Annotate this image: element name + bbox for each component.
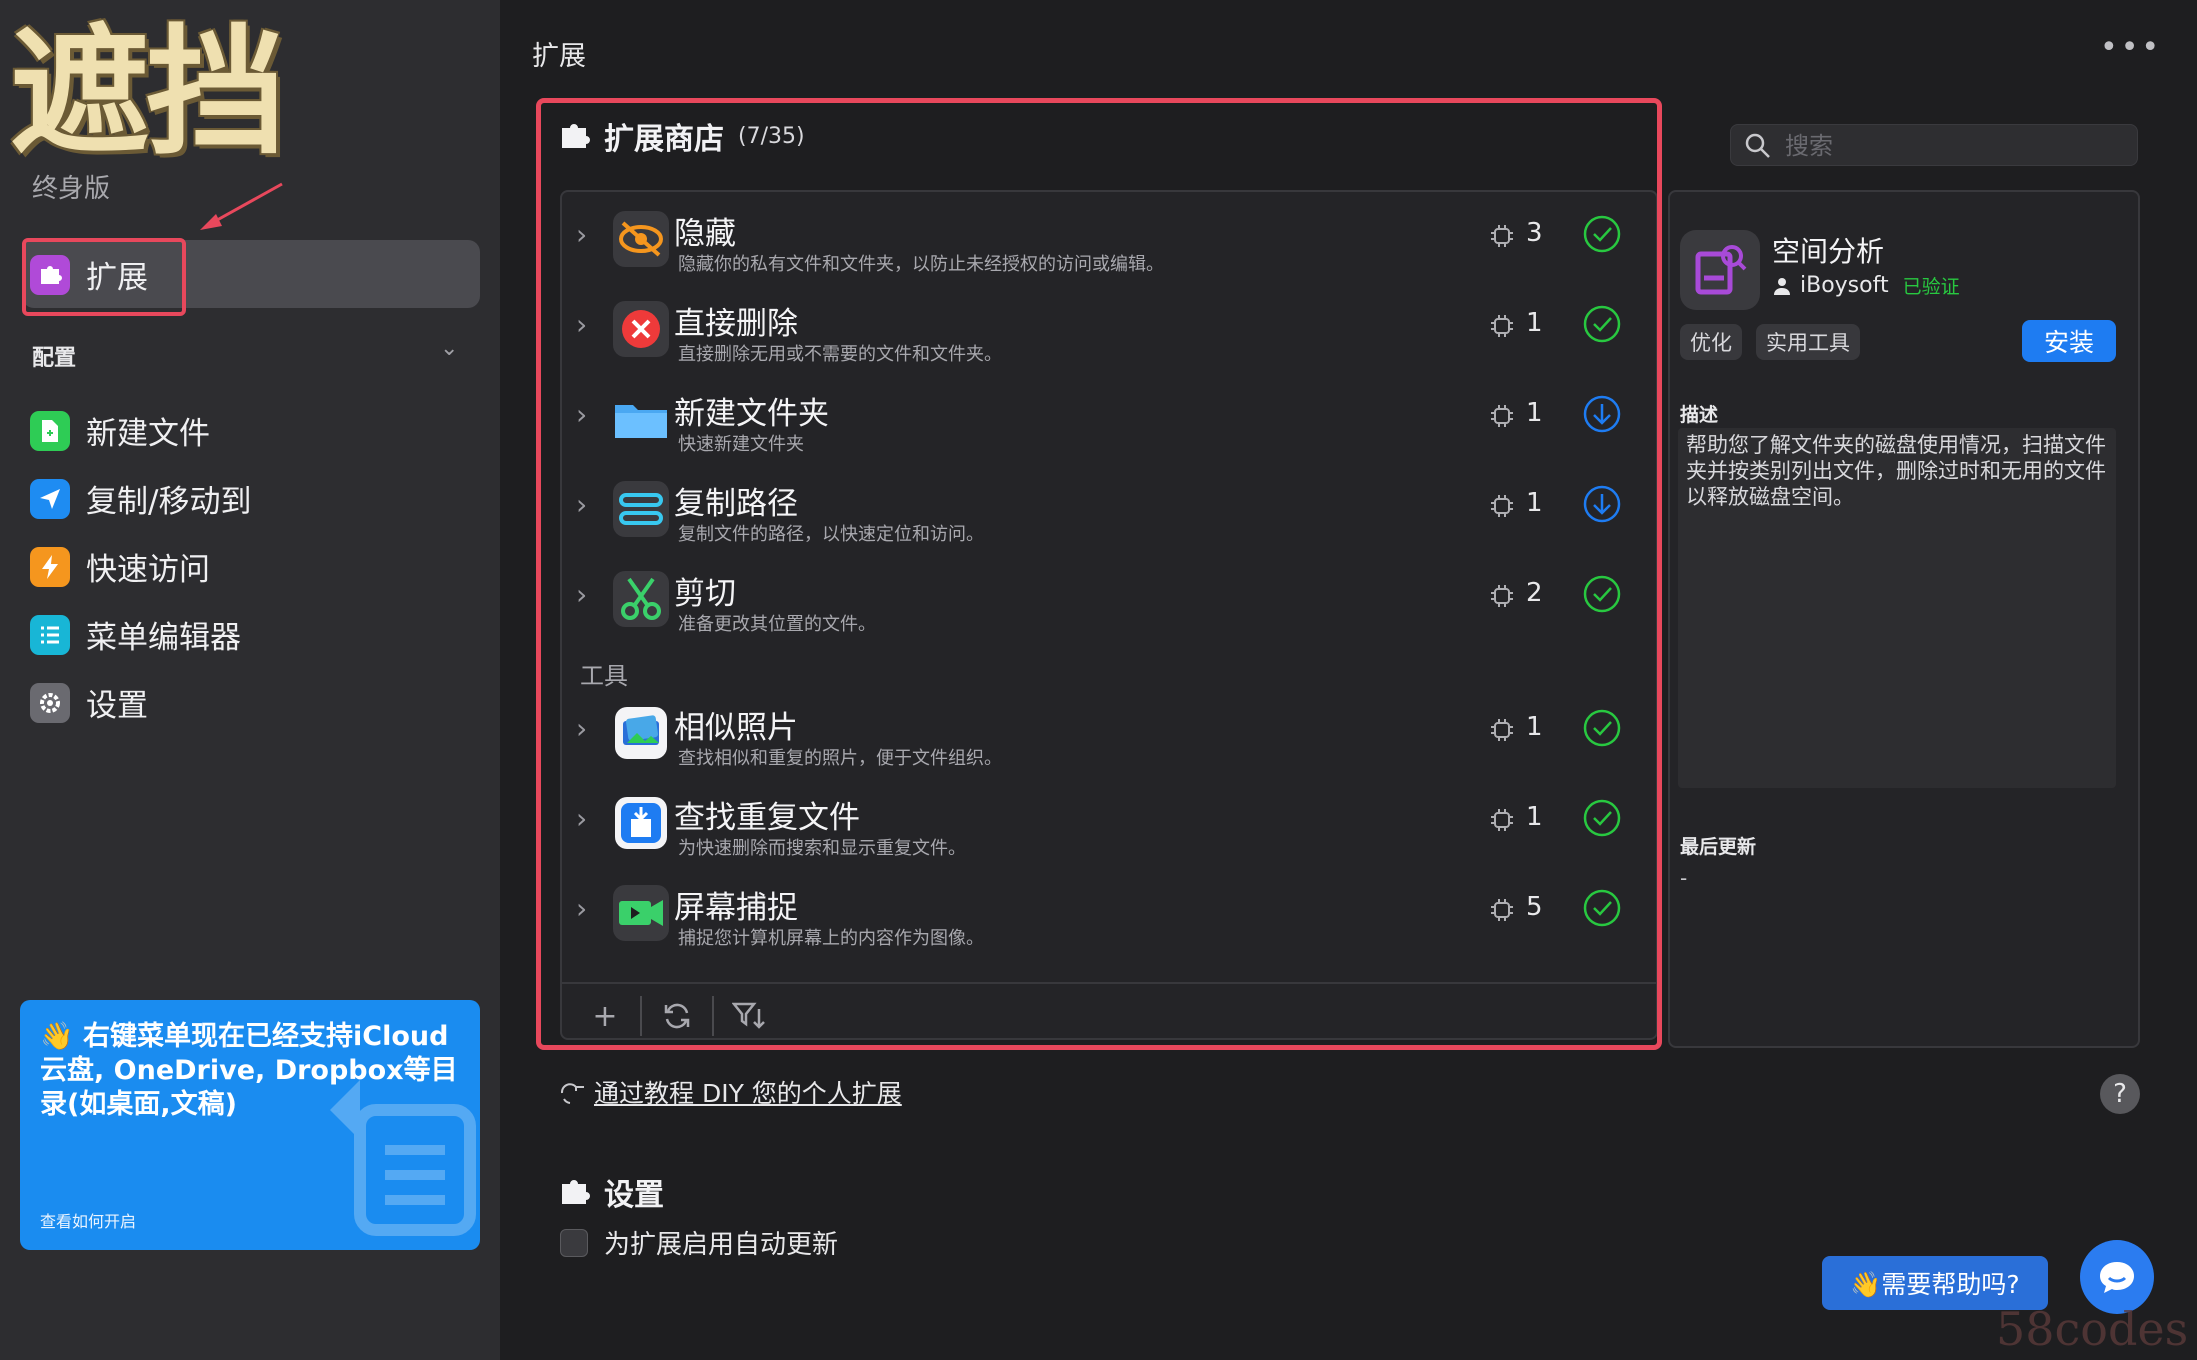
last-updated-label: 最后更新: [1680, 836, 1757, 858]
promo-text: 👋 右键菜单现在已经支持iCloud云盘, OneDrive, Dropbox等…: [40, 1021, 458, 1120]
sidebar-item-new-file[interactable]: 新建文件: [30, 408, 210, 453]
diy-tutorial-link[interactable]: 通过教程 DIY 您的个人扩展: [558, 1074, 902, 1110]
auto-update-option[interactable]: 为扩展启用自动更新: [560, 1224, 838, 1261]
sidebar-item-label: 新建文件: [86, 416, 210, 452]
settings-title: 设置: [604, 1178, 664, 1213]
lightning-icon: [30, 546, 70, 587]
sidebar-item-menu-editor[interactable]: 菜单编辑器: [30, 612, 241, 657]
sidebar-item-copy-move[interactable]: 复制/移动到: [30, 476, 251, 521]
install-button[interactable]: 安装: [2022, 320, 2116, 362]
detail-author: iBoysoft 已验证: [1772, 272, 1960, 299]
search-box[interactable]: [1730, 124, 2138, 166]
auto-update-label: 为扩展启用自动更新: [604, 1230, 839, 1260]
chevron-down-icon[interactable]: ⌄: [440, 336, 458, 361]
sidebar-item-label: 复制/移动到: [86, 484, 252, 520]
list-icon: [30, 614, 70, 655]
sidebar-item-settings[interactable]: 设置: [30, 680, 148, 725]
detail-title: 空间分析: [1772, 235, 1885, 268]
author-name: iBoysoft: [1800, 273, 1889, 298]
tag-optimize: 优化: [1680, 324, 1742, 360]
description-label: 描述: [1680, 404, 1719, 426]
settings-header: 设置: [560, 1170, 664, 1214]
sidebar-item-quick-access[interactable]: 快速访问: [30, 544, 210, 589]
new-file-icon: [30, 410, 70, 451]
puzzle-icon: [562, 1180, 590, 1204]
highlight-frame: [22, 238, 186, 316]
more-icon[interactable]: •••: [2100, 30, 2162, 65]
sidebar-item-label: 快速访问: [86, 552, 210, 588]
help-icon[interactable]: ?: [2100, 1074, 2140, 1114]
annotation-arrow: [200, 182, 283, 230]
watermark: 58codes: [1996, 1302, 2189, 1356]
search-icon: [1745, 133, 1770, 158]
verified-badge: 已验证: [1902, 276, 1960, 298]
section-config-label: 配置: [32, 346, 77, 371]
highlight-frame: [536, 98, 1662, 1050]
auto-update-checkbox[interactable]: [560, 1228, 588, 1257]
promo-card[interactable]: 👋 右键菜单现在已经支持iCloud云盘, OneDrive, Dropbox等…: [20, 1000, 480, 1250]
sidebar-item-label: 菜单编辑器: [86, 620, 241, 656]
pointer-hand-icon: [560, 1083, 584, 1104]
gear-icon: [30, 682, 70, 723]
page-title: 扩展: [532, 41, 586, 72]
diy-link-text[interactable]: 通过教程 DIY 您的个人扩展: [594, 1074, 902, 1110]
user-icon: [1774, 277, 1790, 295]
description-text: 帮助您了解文件夹的磁盘使用情况，扫描文件夹并按类别列出文件，删除过时和无用的文件…: [1678, 428, 2116, 788]
last-updated-value: -: [1680, 866, 1688, 890]
edition-label: 终身版: [32, 174, 111, 204]
paper-plane-icon: [30, 478, 70, 519]
search-input[interactable]: [1785, 129, 2125, 163]
sidebar-item-label: 设置: [86, 688, 148, 724]
promo-link[interactable]: 查看如何开启: [40, 1208, 136, 1232]
sidebar: 遮挡 终身版 扩展 配置 ⌄ 新建文件 复制/移动到 快速访问 菜单编辑器 设置…: [0, 0, 500, 1360]
disk-analyzer-icon: [1680, 230, 1760, 310]
brand-logo-text: 遮挡: [10, 12, 286, 175]
tag-utility: 实用工具: [1756, 324, 1860, 360]
